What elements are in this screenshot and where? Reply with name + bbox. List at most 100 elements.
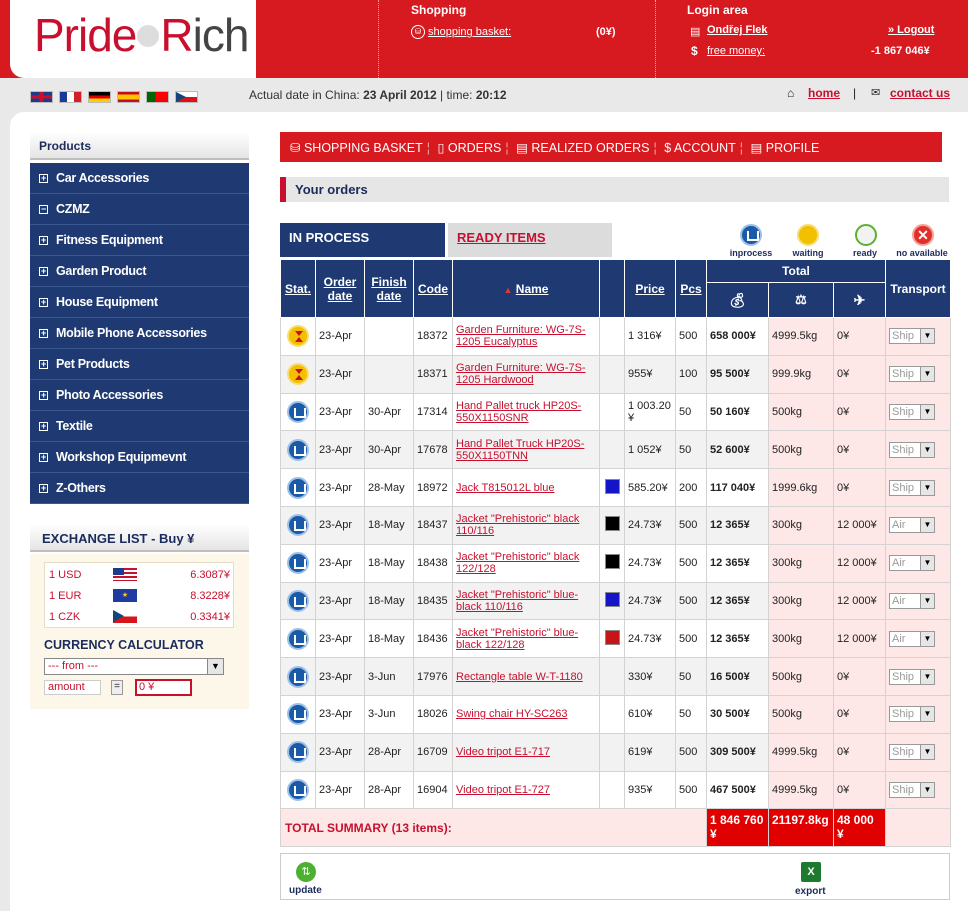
transport-select[interactable]: Air ▼ xyxy=(889,592,935,609)
nav-orders[interactable]: ORDERS xyxy=(448,141,501,155)
tab-in-process[interactable]: IN PROCESS xyxy=(280,223,445,257)
logout-link[interactable]: » Logout xyxy=(888,24,934,36)
transport-select[interactable]: Ship ▼ xyxy=(889,668,935,685)
currency-from-select[interactable]: --- from --- ▼ xyxy=(44,658,224,675)
product-link[interactable]: Garden Furniture: WG-7S-1205 Hardwood xyxy=(456,362,586,386)
flag-spain-icon[interactable] xyxy=(117,91,140,103)
expand-icon[interactable]: + xyxy=(39,484,48,493)
transport-select[interactable]: Ship ▼ xyxy=(889,366,935,383)
sidebar-item[interactable]: + Garden Product xyxy=(30,256,249,287)
expand-icon[interactable]: + xyxy=(39,267,48,276)
product-link[interactable]: Jacket "Prehistoric" black 110/116 xyxy=(456,513,579,537)
transport-select[interactable]: Ship ▼ xyxy=(889,328,935,345)
amount-input[interactable]: amount xyxy=(44,680,101,695)
logo-area[interactable]: Pride Rich xyxy=(10,0,256,78)
shopping-basket-link[interactable]: shopping basket: xyxy=(428,26,511,38)
sidebar-item[interactable]: + Mobile Phone Accessories xyxy=(30,318,249,349)
flag-uk-icon[interactable] xyxy=(30,91,53,103)
price: 1 052¥ xyxy=(624,430,676,470)
product-link[interactable]: Garden Furniture: WG-7S-1205 Eucalyptus xyxy=(456,324,586,348)
expand-icon[interactable]: + xyxy=(39,453,48,462)
expand-icon[interactable]: + xyxy=(39,422,48,431)
transport-cell: Ship ▼ xyxy=(885,392,951,432)
price: 24.73¥ xyxy=(624,505,676,545)
transport-select[interactable]: Ship ▼ xyxy=(889,706,935,723)
sidebar-item[interactable]: + Textile xyxy=(30,411,249,442)
summary-row: TOTAL SUMMARY (13 items): 1 846 760 ¥ 21… xyxy=(280,808,951,848)
nav-account[interactable]: ACCOUNT xyxy=(674,141,736,155)
col-name[interactable]: ▲ Name xyxy=(452,259,600,318)
transport-select[interactable]: Air ▼ xyxy=(889,555,935,572)
contact-link[interactable]: contact us xyxy=(890,86,950,100)
product-link[interactable]: Video tripot E1-727 xyxy=(456,784,550,796)
product-link[interactable]: Jacket "Prehistoric" blue-black 122/128 xyxy=(456,627,578,651)
transport-select[interactable]: Ship ▼ xyxy=(889,441,935,458)
product-link[interactable]: Swing chair HY-SC263 xyxy=(456,708,567,720)
sidebar-item[interactable]: + Fitness Equipment xyxy=(30,225,249,256)
sidebar-item[interactable]: + Z-Others xyxy=(30,473,249,504)
summary-empty xyxy=(885,808,951,848)
col-finish-date[interactable]: Finish date xyxy=(364,259,414,318)
flag-czech-icon[interactable] xyxy=(175,91,198,103)
dollar-icon: $ xyxy=(664,141,672,155)
excel-icon[interactable]: X xyxy=(801,862,821,882)
expand-icon[interactable]: + xyxy=(39,329,48,338)
col-stat[interactable]: Stat. xyxy=(280,259,316,318)
export-button[interactable]: export xyxy=(795,886,826,897)
expand-icon[interactable]: + xyxy=(39,236,48,245)
price: 610¥ xyxy=(624,694,676,734)
user-name-link[interactable]: Ondřej Flek xyxy=(707,24,768,36)
color-cell xyxy=(599,619,625,659)
flag-germany-icon[interactable] xyxy=(88,91,111,103)
col-price[interactable]: Price xyxy=(624,259,676,318)
inprocess-icon xyxy=(287,665,309,688)
status-cell xyxy=(280,430,316,470)
row-weight: 999.9kg xyxy=(768,354,834,394)
update-button[interactable]: update xyxy=(289,885,322,896)
free-money-link[interactable]: free money: xyxy=(707,45,765,57)
product-link[interactable]: Hand Pallet Truck HP20S-550X1150TNN xyxy=(456,438,584,462)
product-link[interactable]: Rectangle table W-T-1180 xyxy=(456,671,583,683)
product-link[interactable]: Jack T815012L blue xyxy=(456,482,554,494)
expand-icon[interactable]: + xyxy=(39,174,48,183)
sidebar-item[interactable]: + House Equipment xyxy=(30,287,249,318)
update-icon[interactable]: ⇅ xyxy=(296,862,316,882)
product-link[interactable]: Hand Pallet truck HP20S-550X1150SNR xyxy=(456,400,581,424)
product-link[interactable]: Jacket "Prehistoric" black 122/128 xyxy=(456,551,579,575)
price: 935¥ xyxy=(624,770,676,810)
sidebar-item[interactable]: + Car Accessories xyxy=(30,163,249,194)
transport-select[interactable]: Air ▼ xyxy=(889,630,935,647)
expand-icon[interactable]: + xyxy=(39,391,48,400)
code: 18371 xyxy=(413,354,453,394)
transport-select[interactable]: Ship ▼ xyxy=(889,479,935,496)
nav-realized-orders[interactable]: REALIZED ORDERS xyxy=(531,141,649,155)
col-order-date[interactable]: Order date xyxy=(315,259,365,318)
name-cell: Video tripot E1-727 xyxy=(452,770,600,810)
flag-portugal-icon[interactable] xyxy=(146,91,169,103)
col-pcs[interactable]: Pcs xyxy=(675,259,707,318)
sidebar-item[interactable]: − CZMZ xyxy=(30,194,249,225)
transport-select[interactable]: Ship ▼ xyxy=(889,403,935,420)
transport-select[interactable]: Ship ▼ xyxy=(889,744,935,761)
col-total: Total xyxy=(706,259,886,283)
nav-profile[interactable]: PROFILE xyxy=(766,141,820,155)
home-link[interactable]: home xyxy=(808,86,840,100)
status-cell xyxy=(280,505,316,545)
sidebar-item[interactable]: + Workshop Equipmevnt xyxy=(30,442,249,473)
product-link[interactable]: Video tripot E1-717 xyxy=(456,746,550,758)
nav-shopping-basket[interactable]: SHOPPING BASKET xyxy=(304,141,423,155)
transport-select[interactable]: Ship ▼ xyxy=(889,781,935,798)
logo[interactable]: Pride Rich xyxy=(34,8,249,62)
flag-france-icon[interactable] xyxy=(59,91,82,103)
tab-ready-items[interactable]: READY ITEMS xyxy=(448,223,612,257)
sidebar-item[interactable]: + Pet Products xyxy=(30,349,249,380)
calculate-button[interactable]: = xyxy=(111,680,123,695)
product-link[interactable]: Jacket "Prehistoric" blue-black 110/116 xyxy=(456,589,578,613)
sidebar-item[interactable]: + Photo Accessories xyxy=(30,380,249,411)
transport-select[interactable]: Air ▼ xyxy=(889,517,935,534)
collapse-icon[interactable]: − xyxy=(39,205,48,214)
col-code[interactable]: Code xyxy=(413,259,453,318)
expand-icon[interactable]: + xyxy=(39,298,48,307)
ready-items-link[interactable]: READY ITEMS xyxy=(457,230,546,245)
expand-icon[interactable]: + xyxy=(39,360,48,369)
